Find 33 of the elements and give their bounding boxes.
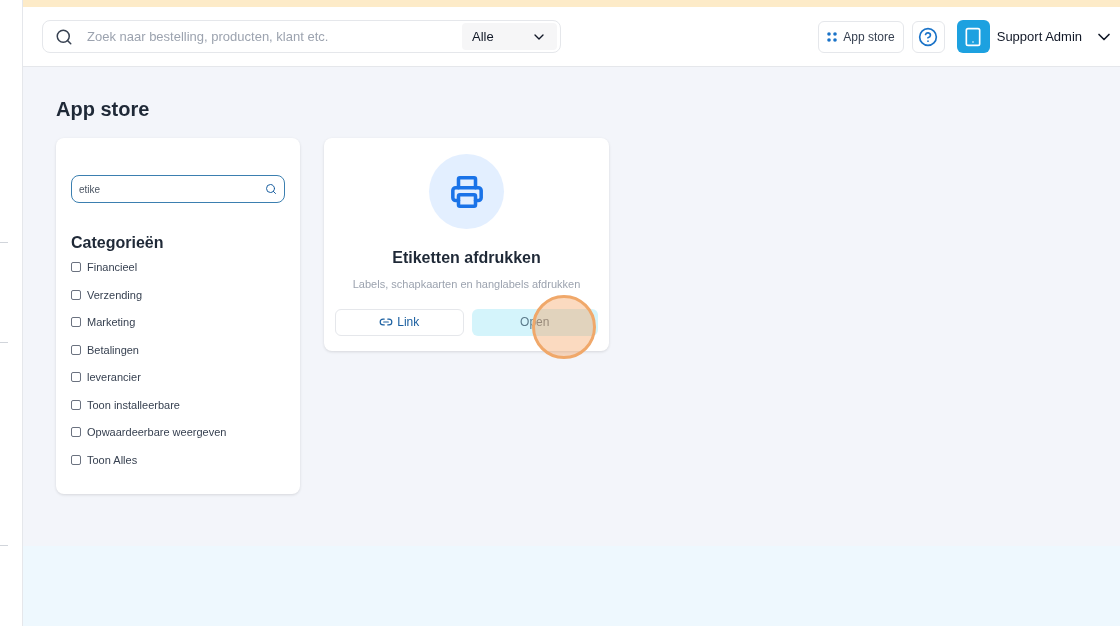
category-checkbox[interactable]: Financieel xyxy=(71,259,285,276)
page-title: App store xyxy=(56,97,151,122)
category-checkbox[interactable]: Opwaardeerbare weergeven xyxy=(71,424,285,441)
checkbox[interactable] xyxy=(71,454,81,465)
help-icon xyxy=(918,26,939,47)
app-store-button[interactable]: App store xyxy=(818,20,904,53)
checkbox[interactable] xyxy=(71,372,81,383)
checkbox[interactable] xyxy=(71,317,81,328)
checkbox[interactable] xyxy=(71,262,81,273)
search-icon xyxy=(265,183,277,195)
category-checkbox[interactable]: leverancier xyxy=(71,369,285,386)
category-checkbox[interactable]: Verzending xyxy=(71,286,285,303)
printer-icon xyxy=(449,174,484,209)
checkbox[interactable] xyxy=(71,289,81,300)
search-icon xyxy=(55,27,73,46)
checkbox[interactable] xyxy=(71,427,81,438)
scope-dropdown[interactable]: Alle xyxy=(462,23,557,50)
checkbox[interactable] xyxy=(71,344,81,355)
categories-heading: Categorieën xyxy=(71,233,165,253)
app-search-field[interactable]: etike xyxy=(71,175,285,203)
checkbox[interactable] xyxy=(71,399,81,410)
user-menu[interactable]: Support Admin xyxy=(996,26,1114,47)
category-checkbox[interactable]: Toon installeerbare xyxy=(71,396,285,413)
help-button[interactable] xyxy=(911,20,945,53)
search-field[interactable]: Zoek naar bestelling, producten, klant etc. Alle xyxy=(42,20,561,53)
link-button[interactable]: Link xyxy=(335,308,464,336)
app-description: Labels, schapkaarten en hanglabels afdrukken xyxy=(352,277,581,292)
app-title: Etiketten afdrukken xyxy=(392,248,541,268)
category-checkbox[interactable]: Marketing xyxy=(71,314,285,331)
dots-grid-icon xyxy=(827,31,838,42)
category-checkbox[interactable]: Betalingen xyxy=(71,341,285,358)
category-checkbox[interactable]: Toon Alles xyxy=(71,451,285,468)
link-icon xyxy=(379,315,394,329)
